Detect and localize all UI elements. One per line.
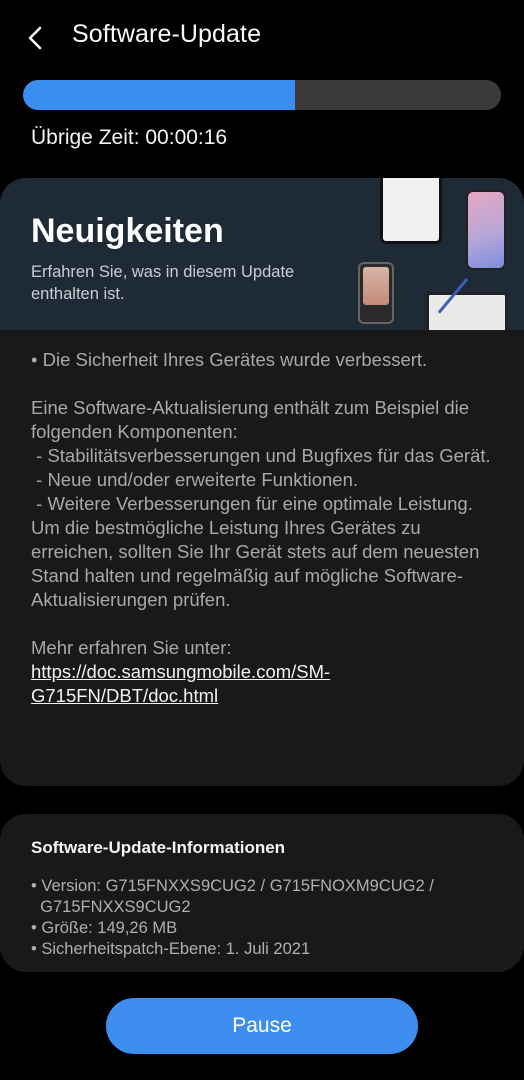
update-info-card: Software-Update-Informationen • Version:… <box>0 814 524 972</box>
download-progress-bar <box>23 80 501 110</box>
page-title: Software-Update <box>72 20 262 48</box>
progress-fill <box>23 80 296 110</box>
device-flip-illustration <box>358 262 394 324</box>
release-note-item: • Die Sicherheit Ihres Gerätes wurde ver… <box>31 349 428 370</box>
whats-new-banner: Neuigkeiten Erfahren Sie, was in diesem … <box>0 178 524 330</box>
more-info-link[interactable]: https://doc.samsungmobile.com/SM-G715FN/… <box>31 661 330 706</box>
app-bar: Software-Update <box>0 0 524 72</box>
release-notes-paragraph: Eine Software-Aktualisierung enthält zum… <box>31 397 491 610</box>
chevron-left-icon <box>28 26 42 50</box>
remaining-time-label: Übrige Zeit: 00:00:16 <box>31 126 228 149</box>
security-patch-level: • Sicherheitspatch-Ebene: 1. Juli 2021 <box>31 940 311 958</box>
more-info-label: Mehr erfahren Sie unter: <box>31 637 232 658</box>
device-phone-illustration <box>380 178 442 244</box>
release-notes: • Die Sicherheit Ihres Gerätes wurde ver… <box>31 348 501 708</box>
whats-new-subtitle: Erfahren Sie, was in diesem Update entha… <box>31 263 295 303</box>
device-phone-illustration <box>466 190 506 270</box>
back-button[interactable] <box>16 18 56 58</box>
update-info-list: • Version: G715FNXXS9CUG2 / G715FNOXM9CU… <box>31 876 491 960</box>
update-info-title: Software-Update-Informationen <box>31 838 286 857</box>
whats-new-title: Neuigkeiten <box>31 212 224 250</box>
update-size: • Größe: 149,26 MB <box>31 919 178 937</box>
pause-button[interactable]: Pause <box>106 998 418 1054</box>
whats-new-card: Neuigkeiten Erfahren Sie, was in diesem … <box>0 178 524 786</box>
update-version: • Version: G715FNXXS9CUG2 / G715FNOXM9CU… <box>31 877 434 916</box>
